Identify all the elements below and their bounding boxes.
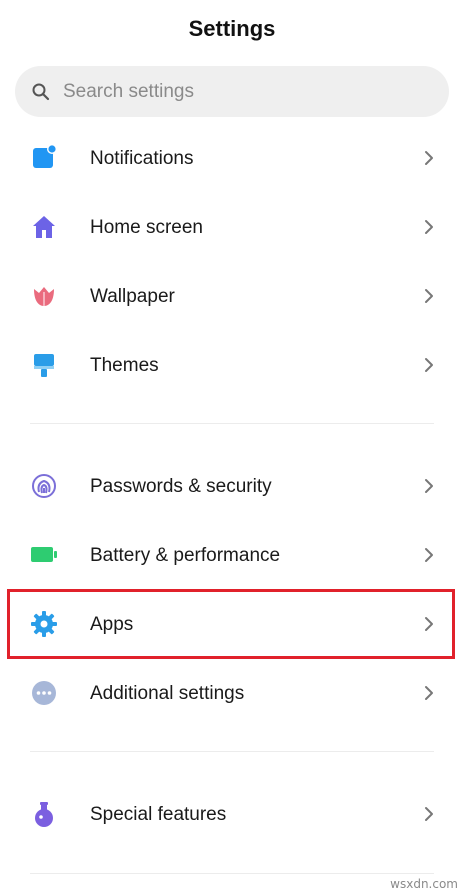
settings-item-battery-performance[interactable]: Battery & performance xyxy=(0,521,464,590)
section-divider xyxy=(30,423,434,424)
chevron-right-icon xyxy=(425,220,433,234)
tulip-icon xyxy=(34,287,54,306)
flask-icon xyxy=(35,802,53,827)
settings-item-label: Passwords & security xyxy=(90,476,272,497)
chevron-right-icon xyxy=(425,358,433,372)
more-dots-icon xyxy=(32,681,56,705)
search-input[interactable] xyxy=(63,66,423,117)
section-divider xyxy=(30,873,434,874)
settings-item-special-features[interactable]: Special features xyxy=(0,780,464,849)
gear-icon xyxy=(31,611,57,637)
settings-item-additional-settings[interactable]: Additional settings xyxy=(0,659,464,728)
settings-item-label: Additional settings xyxy=(90,683,245,704)
settings-item-label: Themes xyxy=(90,355,159,376)
chevron-right-icon xyxy=(425,151,433,165)
settings-item-label: Battery & performance xyxy=(90,545,281,566)
section-divider xyxy=(30,751,434,752)
chevron-right-icon xyxy=(425,617,433,631)
paintbrush-icon xyxy=(34,354,54,377)
settings-item-home-screen[interactable]: Home screen xyxy=(0,193,464,262)
settings-item-themes[interactable]: Themes xyxy=(0,331,464,400)
settings-item-notifications[interactable]: Notifications xyxy=(0,124,464,193)
notifications-icon xyxy=(33,144,57,168)
settings-item-wallpaper[interactable]: Wallpaper xyxy=(0,262,464,331)
chevron-right-icon xyxy=(425,479,433,493)
settings-item-label: Apps xyxy=(90,614,134,635)
fingerprint-icon xyxy=(32,474,56,498)
search-bar[interactable] xyxy=(15,66,449,117)
search-icon xyxy=(32,83,50,101)
watermark: wsxdn.com xyxy=(390,877,458,891)
settings-item-passwords-security[interactable]: Passwords & security xyxy=(0,452,464,521)
settings-item-apps[interactable]: Apps xyxy=(0,590,464,659)
chevron-right-icon xyxy=(425,686,433,700)
battery-icon xyxy=(31,547,57,562)
chevron-right-icon xyxy=(425,807,433,821)
home-icon xyxy=(33,216,55,238)
settings-item-label: Home screen xyxy=(90,217,203,238)
settings-item-label: Notifications xyxy=(90,148,194,169)
page-title: Settings xyxy=(188,16,276,41)
chevron-right-icon xyxy=(425,548,433,562)
settings-item-label: Wallpaper xyxy=(90,286,175,307)
chevron-right-icon xyxy=(425,289,433,303)
settings-item-label: Special features xyxy=(90,804,227,825)
